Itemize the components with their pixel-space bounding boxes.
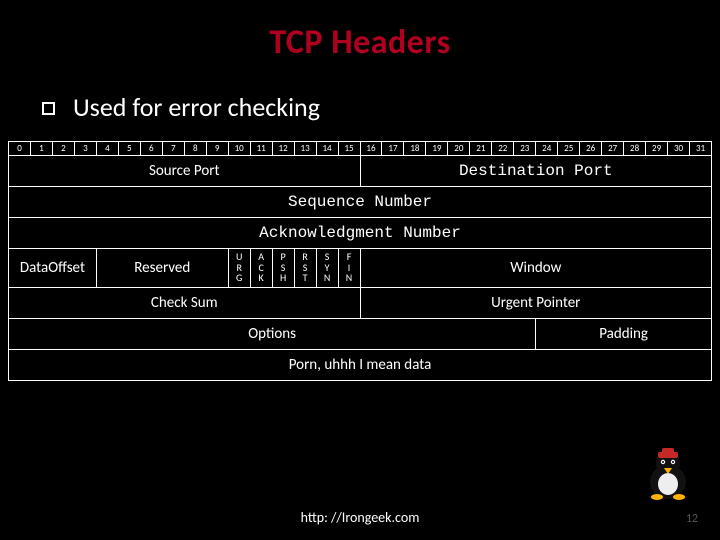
bit-cell: 16 [360,142,382,156]
bit-cell: 11 [250,142,272,156]
bullet-icon [42,102,55,115]
window: Window [360,249,712,288]
bit-cell: 3 [74,142,96,156]
bit-cell: 27 [602,142,624,156]
row-ports: Source Port Destination Port [9,156,712,187]
penguin-icon [636,442,700,502]
flag-rst: RST [294,249,316,288]
flag-psh: PSH [272,249,294,288]
urgent-pointer: Urgent Pointer [360,287,712,318]
bit-cell: 0 [9,142,31,156]
flag-fin: FIN [338,249,360,288]
bit-cell: 5 [118,142,140,156]
bullet-text: Used for error checking [73,91,320,123]
row-checksum: Check Sum Urgent Pointer [9,287,712,318]
checksum: Check Sum [9,287,361,318]
bullet-row: Used for error checking [42,91,720,123]
bit-cell: 6 [140,142,162,156]
bit-cell: 31 [690,142,712,156]
bit-cell: 13 [294,142,316,156]
row-options: Options Padding [9,318,712,349]
flag-urg: URG [228,249,250,288]
bit-cell: 18 [404,142,426,156]
bit-cell: 22 [492,142,514,156]
bit-cell: 7 [162,142,184,156]
flag-syn: SYN [316,249,338,288]
footer-url: http: //Irongeek.com [0,509,720,526]
row-data: Porn, uhhh I mean data [9,349,712,380]
slide-number: 12 [686,512,698,526]
bit-cell: 8 [184,142,206,156]
data-offset: DataOffset [9,249,97,288]
bit-cell: 29 [646,142,668,156]
bit-cell: 12 [272,142,294,156]
destination-port: Destination Port [360,156,712,187]
bit-cell: 30 [668,142,690,156]
bit-cell: 26 [580,142,602,156]
row-flags: DataOffset Reserved URG ACK PSH RST SYN … [9,249,712,288]
flag-ack: ACK [250,249,272,288]
padding: Padding [536,318,712,349]
bit-cell: 23 [514,142,536,156]
slide: TCP Headers Used for error checking 0 1 … [0,0,720,540]
row-ack: Acknowledgment Number [9,218,712,249]
bit-cell: 2 [52,142,74,156]
bit-cell: 25 [558,142,580,156]
tcp-header-table: 0 1 2 3 4 5 6 7 8 9 10 11 12 13 14 15 16… [8,141,712,381]
bit-cell: 17 [382,142,404,156]
bit-cell: 14 [316,142,338,156]
bit-cell: 19 [426,142,448,156]
reserved: Reserved [96,249,228,288]
options: Options [9,318,536,349]
bit-cell: 15 [338,142,360,156]
bit-ruler-row: 0 1 2 3 4 5 6 7 8 9 10 11 12 13 14 15 16… [9,142,712,156]
bit-cell: 20 [448,142,470,156]
bit-cell: 10 [228,142,250,156]
bit-cell: 1 [30,142,52,156]
data-field: Porn, uhhh I mean data [9,349,712,380]
row-seq: Sequence Number [9,187,712,218]
slide-title: TCP Headers [0,0,720,63]
ack-number: Acknowledgment Number [9,218,712,249]
bit-cell: 28 [624,142,646,156]
bit-cell: 4 [96,142,118,156]
bit-cell: 24 [536,142,558,156]
sequence-number: Sequence Number [9,187,712,218]
source-port: Source Port [9,156,361,187]
bit-cell: 21 [470,142,492,156]
bit-cell: 9 [206,142,228,156]
